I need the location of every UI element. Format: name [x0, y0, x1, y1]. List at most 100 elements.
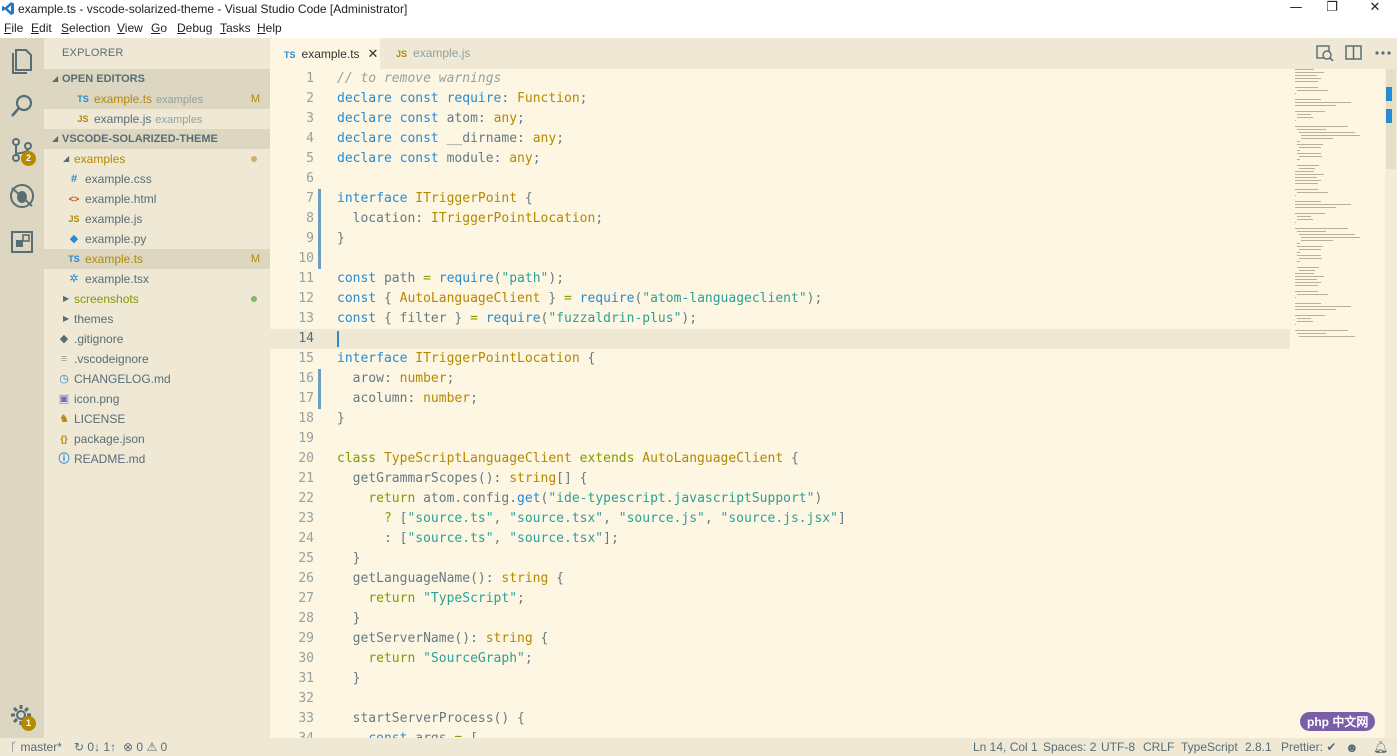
line-number: 3: [306, 111, 314, 126]
minimap[interactable]: [1295, 69, 1383, 349]
tab-example-ts[interactable]: TS example.ts ✕: [270, 38, 380, 69]
code-line: declare const atom: any;: [337, 111, 525, 126]
line-number: 4: [306, 131, 314, 146]
search-icon[interactable]: [8, 92, 36, 120]
language-mode[interactable]: TypeScript: [1181, 740, 1238, 754]
line-number: 27: [298, 591, 314, 606]
collapse-chevron-icon: ◢: [52, 74, 59, 83]
tree-file[interactable]: ≡ .vscodeignore: [44, 349, 270, 369]
minimap-line: [1295, 120, 1296, 121]
tree-file[interactable]: {} package.json: [44, 429, 270, 449]
minimap-line: [1299, 258, 1322, 259]
notifications-bell-icon[interactable]: 🔔︎: [1373, 740, 1388, 754]
minimap-line: [1295, 213, 1325, 214]
sync-indicator[interactable]: ↻ 0↓ 1↑: [74, 740, 116, 754]
minimap-line: [1297, 261, 1300, 262]
menu-edit[interactable]: Edit: [31, 21, 52, 35]
menu-selection[interactable]: Selection: [61, 21, 110, 35]
extensions-icon[interactable]: [8, 228, 36, 256]
minimap-line: [1297, 216, 1311, 217]
project-header[interactable]: ◢ VSCODE-SOLARIZED-THEME: [44, 129, 270, 149]
minimap-line: [1295, 228, 1349, 229]
line-ending[interactable]: CRLF: [1143, 740, 1174, 754]
more-actions-icon[interactable]: [1374, 45, 1392, 61]
line-number: 9: [306, 231, 314, 246]
code-line: }: [337, 231, 345, 246]
restore-button[interactable]: ❐: [1312, 0, 1352, 18]
minimap-line: [1295, 201, 1322, 202]
minimap-line: [1301, 138, 1334, 139]
line-number: 31: [298, 671, 314, 686]
branch-indicator[interactable]: ᚴ master*: [10, 740, 62, 754]
split-editor-icon[interactable]: [1345, 45, 1363, 61]
image-file-icon: ▣: [58, 393, 70, 405]
tree-file[interactable]: ✲ example.tsx: [44, 269, 270, 289]
code-line: // to remove warnings: [337, 71, 502, 86]
close-window-button[interactable]: ✕: [1355, 0, 1395, 18]
encoding[interactable]: UTF-8: [1101, 740, 1135, 754]
tree-file[interactable]: ⓘ README.md: [44, 449, 270, 469]
close-tab-icon[interactable]: ✕: [368, 46, 379, 61]
menu-file[interactable]: File: [4, 21, 23, 35]
tree-folder-themes[interactable]: ▶ themes: [44, 309, 270, 329]
feedback-smiley-icon[interactable]: ☻: [1345, 740, 1359, 755]
tree-folder-screenshots[interactable]: ▶ screenshots: [44, 289, 270, 309]
tree-file[interactable]: ▣ icon.png: [44, 389, 270, 409]
modified-dot-icon: [251, 156, 257, 162]
code-line: return atom.config.get("ide-typescript.j…: [368, 491, 823, 506]
menu-debug[interactable]: Debug: [177, 21, 212, 35]
menu-help[interactable]: Help: [257, 21, 282, 35]
tree-file[interactable]: ♞ LICENSE: [44, 409, 270, 429]
tree-file[interactable]: ◆ example.py: [44, 229, 270, 249]
menu-go[interactable]: Go: [151, 21, 167, 35]
code-editor[interactable]: 1 2 3 4 5 6 7 8 9 10 11 12 13 14 15 16 17 18 19 20 21 22 23 24 2…: [270, 69, 1397, 738]
tree-file[interactable]: ◆ .gitignore: [44, 329, 270, 349]
tree-file-selected[interactable]: TS example.ts M: [44, 249, 270, 269]
line-number: 14: [298, 331, 314, 346]
line-number: 5: [306, 151, 314, 166]
menu-tasks[interactable]: Tasks: [220, 21, 251, 35]
typescript-file-icon: TS: [68, 254, 80, 264]
code-line: startServerProcess() {: [352, 711, 525, 726]
warning-icon: ⚠: [146, 740, 158, 754]
minimap-line: [1297, 333, 1326, 334]
open-editor-item[interactable]: TS example.ts examples M: [44, 89, 270, 109]
line-number: 11: [298, 271, 314, 286]
indentation[interactable]: Spaces: 2: [1043, 740, 1096, 754]
minimap-line: [1295, 204, 1351, 205]
typescript-file-icon: TS: [77, 94, 89, 104]
tab-example-js[interactable]: JS example.js: [380, 38, 480, 69]
tab-label: example.ts: [301, 47, 360, 61]
open-editors-header[interactable]: ◢ OPEN EDITORS: [44, 69, 270, 89]
debug-icon[interactable]: [8, 182, 36, 210]
minimap-line: [1295, 315, 1325, 316]
scm-badge: 2: [21, 151, 36, 166]
minimap-line: [1295, 189, 1318, 190]
minimap-line: [1295, 177, 1317, 178]
files-icon[interactable]: [8, 46, 36, 74]
minimap-line: [1295, 174, 1324, 175]
minimize-button[interactable]: —: [1276, 0, 1316, 18]
tree-folder-examples[interactable]: ◢ examples: [44, 149, 270, 169]
typescript-version[interactable]: 2.8.1: [1245, 740, 1272, 754]
status-bar: ᚴ master* ↻ 0↓ 1↑ ⊗ 0 ⚠ 0 Ln 14, Col 1 S…: [0, 738, 1397, 756]
minimap-line: [1301, 237, 1360, 238]
minimap-line: [1297, 150, 1300, 151]
minimap-line: [1295, 87, 1318, 88]
open-changes-icon[interactable]: [1316, 45, 1334, 61]
menu-view[interactable]: View: [117, 21, 143, 35]
vertical-scrollbar[interactable]: [1385, 69, 1397, 738]
tree-file[interactable]: <> example.html: [44, 189, 270, 209]
problems-indicator[interactable]: ⊗ 0 ⚠ 0: [123, 740, 167, 754]
tree-file[interactable]: ◷ CHANGELOG.md: [44, 369, 270, 389]
minimap-line: [1295, 72, 1324, 73]
open-editor-item[interactable]: JS example.js examples: [44, 109, 270, 129]
css-file-icon: #: [70, 173, 78, 185]
tree-file[interactable]: JS example.js: [44, 209, 270, 229]
code-line: interface ITriggerPoint {: [337, 191, 533, 206]
explorer-title: EXPLORER: [62, 47, 124, 59]
title-bar: example.ts - vscode-solarized-theme - Vi…: [0, 0, 1397, 18]
tree-file[interactable]: # example.css: [44, 169, 270, 189]
cursor-position[interactable]: Ln 14, Col 1: [973, 740, 1038, 754]
prettier-status[interactable]: Prettier: ✔: [1281, 740, 1336, 754]
